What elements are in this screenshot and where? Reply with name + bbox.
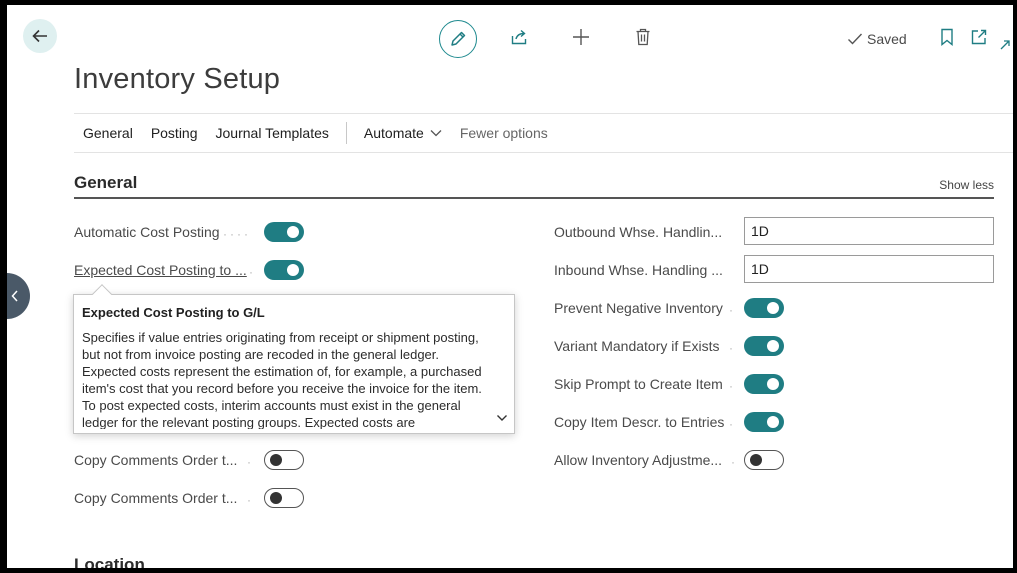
open-new-window-button[interactable] xyxy=(967,25,991,49)
action-automate-label: Automate xyxy=(363,125,424,141)
bookmark-icon xyxy=(941,28,953,46)
tooltip-expand-button[interactable] xyxy=(496,409,508,427)
page-title: Inventory Setup xyxy=(74,63,281,95)
page: Saved Inventory Setup General Posting Jo… xyxy=(7,5,1013,568)
edit-button[interactable] xyxy=(439,20,477,58)
back-button[interactable] xyxy=(23,19,57,53)
field-label-copy-comments-order-1: Copy Comments Order t... xyxy=(74,452,238,468)
field-label-outbound-whse-handling: Outbound Whse. Handlin... xyxy=(554,224,723,240)
tooltip-title: Expected Cost Posting to G/L xyxy=(82,305,265,320)
section-title[interactable]: General xyxy=(74,173,137,193)
field-label-variant-mandatory: Variant Mandatory if Exists xyxy=(554,338,720,354)
toggle-expected-cost-posting[interactable] xyxy=(264,260,304,280)
field-label-allow-inventory-adjustment: Allow Inventory Adjustme... xyxy=(554,452,723,468)
toggle-knob xyxy=(767,302,779,314)
toggle-knob xyxy=(750,454,762,466)
saved-status: Saved xyxy=(847,31,907,47)
field-label-expected-cost-posting[interactable]: Expected Cost Posting to ... xyxy=(74,262,247,278)
action-general[interactable]: General xyxy=(83,125,133,141)
toggle-copy-comments-order-1[interactable] xyxy=(264,450,304,470)
plus-icon xyxy=(573,29,589,45)
field-dots: · xyxy=(729,417,736,431)
toggle-knob xyxy=(270,454,282,466)
action-journal-templates[interactable]: Journal Templates xyxy=(216,125,329,141)
toggle-knob xyxy=(287,226,299,238)
pencil-icon xyxy=(451,31,466,46)
tooltip-body: Specifies if value entries originating f… xyxy=(82,330,482,429)
field-label-prevent-negative-inventory: Prevent Negative Inventory xyxy=(554,300,723,316)
field-dots: ···· xyxy=(223,227,251,241)
field-dots: · xyxy=(249,265,256,279)
outbound-whse-handling-input[interactable] xyxy=(744,217,994,245)
chevron-down-icon xyxy=(430,130,442,137)
field-label-skip-prompt-create-item: Skip Prompt to Create Item xyxy=(554,376,723,392)
trash-icon xyxy=(636,28,650,46)
section-header-general: General Show less xyxy=(74,171,994,199)
saved-label: Saved xyxy=(867,31,907,47)
action-fewer-options[interactable]: Fewer options xyxy=(460,125,548,141)
toggle-copy-item-descr[interactable] xyxy=(744,412,784,432)
action-automate[interactable]: Automate xyxy=(364,125,442,141)
share-icon xyxy=(511,29,527,45)
action-posting[interactable]: Posting xyxy=(151,125,198,141)
show-less-link[interactable]: Show less xyxy=(939,178,994,192)
action-bar: General Posting Journal Templates Automa… xyxy=(74,113,1013,153)
toggle-allow-inventory-adjustment[interactable] xyxy=(744,450,784,470)
new-button[interactable] xyxy=(569,25,593,49)
bookmark-button[interactable] xyxy=(935,25,959,49)
field-dots: · xyxy=(729,341,736,355)
toggle-knob xyxy=(270,492,282,504)
collapse-button[interactable] xyxy=(997,33,1013,57)
field-dots: · xyxy=(247,455,254,469)
delete-button[interactable] xyxy=(631,25,655,49)
toggle-skip-prompt-create-item[interactable] xyxy=(744,374,784,394)
toggle-knob xyxy=(287,264,299,276)
checkmark-icon xyxy=(848,33,863,45)
open-in-new-window-icon xyxy=(971,29,987,45)
field-dots: · xyxy=(729,379,736,393)
field-tooltip: Expected Cost Posting to G/L Specifies i… xyxy=(73,294,515,434)
inbound-whse-handling-input[interactable] xyxy=(744,255,994,283)
field-dots: · xyxy=(729,303,736,317)
toggle-knob xyxy=(767,416,779,428)
toggle-variant-mandatory[interactable] xyxy=(744,336,784,356)
share-button[interactable] xyxy=(507,25,531,49)
toggle-prevent-negative-inventory[interactable] xyxy=(744,298,784,318)
field-label-automatic-cost-posting: Automatic Cost Posting xyxy=(74,224,220,240)
back-arrow-icon xyxy=(32,29,47,43)
field-label-copy-item-descr: Copy Item Descr. to Entries xyxy=(554,414,725,430)
collapse-arrow-icon xyxy=(1000,40,1010,50)
toggle-knob xyxy=(767,340,779,352)
section-title-location[interactable]: Location xyxy=(74,555,145,568)
toggle-copy-comments-order-2[interactable] xyxy=(264,488,304,508)
field-dots: · xyxy=(731,455,738,469)
action-separator xyxy=(345,122,347,144)
toggle-automatic-cost-posting[interactable] xyxy=(264,222,304,242)
field-label-inbound-whse-handling: Inbound Whse. Handling ... xyxy=(554,262,723,278)
chevron-left-icon xyxy=(11,290,18,302)
side-panel-toggle[interactable] xyxy=(7,273,30,319)
field-label-copy-comments-order-2: Copy Comments Order t... xyxy=(74,490,238,506)
field-dots: · xyxy=(247,493,254,507)
chevron-down-icon xyxy=(497,415,507,421)
toggle-knob xyxy=(767,378,779,390)
